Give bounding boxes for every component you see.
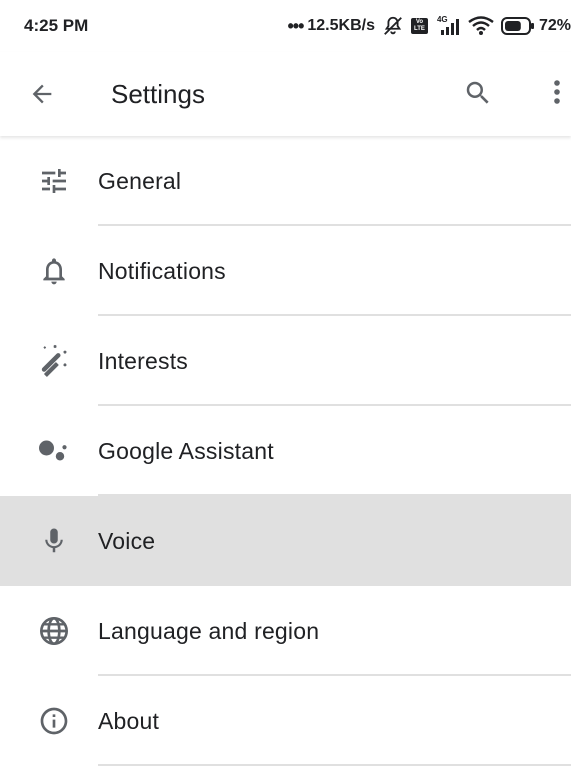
page-title: Settings <box>111 79 205 109</box>
network-speed: 12.5KB/s <box>307 17 375 34</box>
settings-item-voice[interactable]: Voice <box>0 496 571 586</box>
magic-wand-icon <box>36 343 72 379</box>
assistant-icon <box>36 433 72 469</box>
settings-item-notifications[interactable]: Notifications <box>0 226 571 316</box>
battery-percent: 72% <box>538 17 571 34</box>
more-options-button[interactable] <box>545 76 569 110</box>
search-button[interactable] <box>461 76 495 110</box>
divider <box>98 764 571 766</box>
info-icon <box>36 703 72 739</box>
status-time: 4:25 PM <box>24 16 89 35</box>
settings-item-about[interactable]: About <box>0 676 571 766</box>
volte-icon: Vo LTE <box>410 18 428 34</box>
dots-icon: ••• <box>287 15 304 36</box>
app-bar: Settings <box>0 52 571 136</box>
settings-item-label: About <box>98 708 160 734</box>
more-vert-icon <box>554 80 560 104</box>
settings-item-interests[interactable]: Interests <box>0 316 571 406</box>
globe-icon <box>36 613 72 649</box>
status-bar: 4:25 PM ••• 12.5KB/s Vo LTE 4G 72% <box>0 0 571 52</box>
settings-item-language-region[interactable]: Language and region <box>0 586 571 676</box>
search-icon <box>466 81 489 104</box>
battery: 72% <box>500 17 571 35</box>
settings-item-label: Google Assistant <box>98 438 274 464</box>
network-type: 4G <box>436 15 448 24</box>
status-icons: ••• 12.5KB/s Vo LTE 4G 72% <box>287 15 571 37</box>
settings-item-label: Voice <box>98 528 156 554</box>
signal-icon: 4G <box>435 15 461 36</box>
settings-item-google-assistant[interactable]: Google Assistant <box>0 406 571 496</box>
settings-item-general[interactable]: General <box>0 136 571 226</box>
bell-icon <box>36 253 72 289</box>
wifi-icon <box>468 16 494 36</box>
mute-icon <box>382 15 404 37</box>
back-arrow-icon <box>32 84 52 104</box>
settings-item-label: Language and region <box>98 618 320 644</box>
settings-item-label: Notifications <box>98 258 226 284</box>
settings-list: General Notifications Interests Google A… <box>0 136 571 766</box>
back-button[interactable] <box>26 78 58 110</box>
settings-item-label: General <box>98 168 182 194</box>
battery-icon <box>500 17 534 35</box>
mic-icon <box>36 523 72 559</box>
settings-item-label: Interests <box>98 348 189 374</box>
tune-icon <box>36 163 72 199</box>
